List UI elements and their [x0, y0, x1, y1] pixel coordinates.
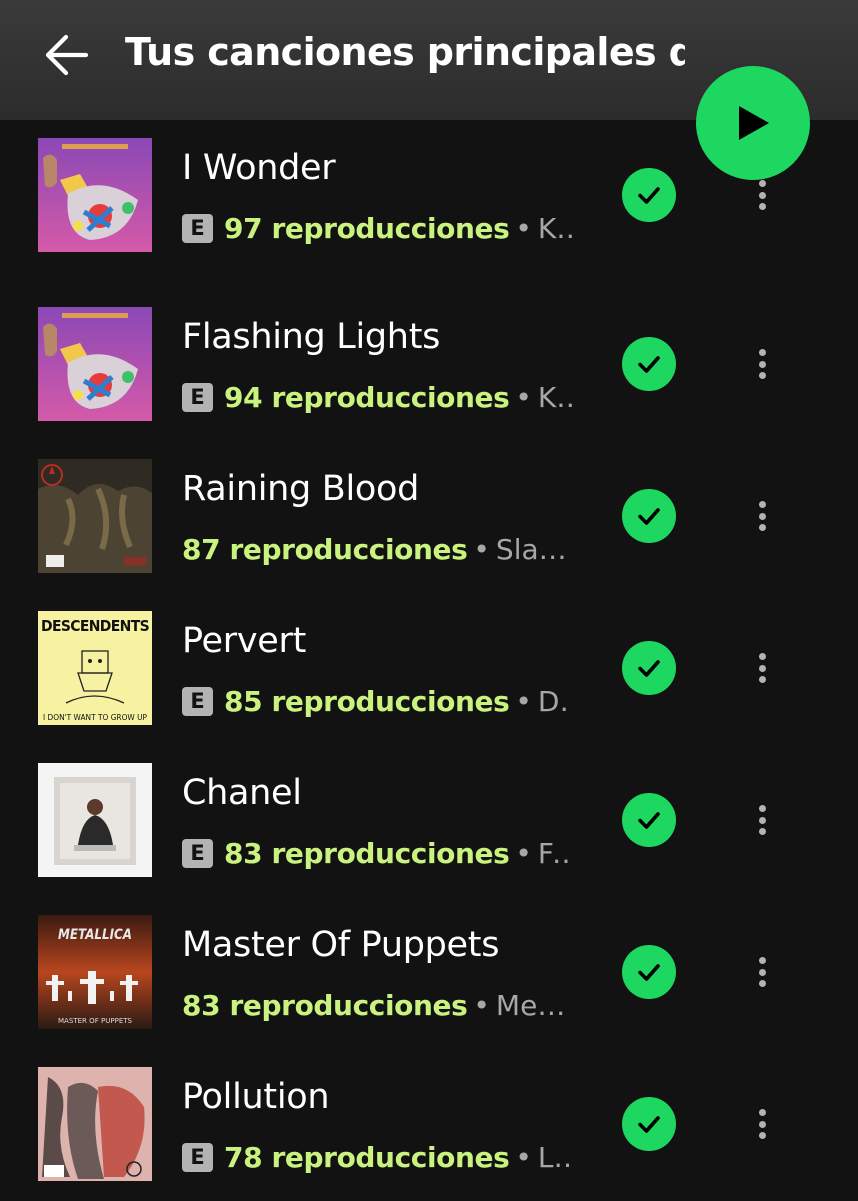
track-row[interactable]: DESCENDENTS I DON'T WANT TO GROW UP Perv… — [0, 593, 858, 745]
separator: • — [515, 1140, 532, 1174]
track-title: Chanel — [182, 773, 302, 813]
album-art — [38, 1067, 152, 1181]
album-art: METALLICA MASTER OF PUPPETS — [38, 915, 152, 1029]
saved-button[interactable] — [622, 489, 676, 543]
back-button[interactable] — [38, 26, 96, 84]
checkmark-icon — [638, 964, 660, 981]
more-vertical-icon — [758, 1105, 766, 1144]
checkmark-icon — [638, 187, 660, 204]
saved-button[interactable] — [622, 168, 676, 222]
track-row[interactable]: Flashing Lights E 94 reproducciones • K… — [0, 289, 858, 441]
track-meta: E 78 reproducciones • Li… — [182, 1137, 572, 1177]
play-count: 85 reproducciones — [224, 684, 510, 718]
more-vertical-icon — [758, 801, 766, 840]
artist-name: Slayer — [495, 532, 572, 566]
more-options-button[interactable] — [738, 787, 786, 853]
track-title: Pollution — [182, 1077, 330, 1117]
svg-text:DESCENDENTS: DESCENDENTS — [41, 617, 149, 635]
explicit-badge: E — [182, 1142, 213, 1172]
checkmark-icon — [638, 508, 660, 525]
track-title: Flashing Lights — [182, 317, 441, 357]
track-list: I Wonder E 97 reproducciones • K… — [0, 120, 858, 1201]
play-button[interactable] — [696, 66, 810, 180]
album-art — [38, 138, 152, 252]
more-vertical-icon — [758, 649, 766, 688]
more-vertical-icon — [758, 953, 766, 992]
artist-name: K… — [537, 211, 572, 245]
saved-button[interactable] — [622, 793, 676, 847]
track-row[interactable]: Chanel E 83 reproducciones • Fr… — [0, 745, 858, 897]
explicit-badge: E — [182, 838, 213, 868]
saved-button[interactable] — [622, 1097, 676, 1151]
saved-button[interactable] — [622, 945, 676, 999]
more-options-button[interactable] — [738, 1091, 786, 1157]
separator: • — [515, 380, 532, 414]
artist-name: Meta… — [495, 988, 572, 1022]
more-options-button[interactable] — [738, 635, 786, 701]
svg-text:METALLICA: METALLICA — [58, 927, 132, 943]
track-meta: E 97 reproducciones • K… — [182, 208, 572, 248]
separator: • — [515, 211, 532, 245]
album-art — [38, 307, 152, 421]
explicit-badge: E — [182, 213, 213, 243]
more-options-button[interactable] — [738, 331, 786, 397]
track-title: Raining Blood — [182, 469, 420, 509]
page-title: Tus canciones principales de — [125, 30, 685, 74]
album-art — [38, 459, 152, 573]
separator: • — [473, 988, 490, 1022]
more-options-button[interactable] — [738, 483, 786, 549]
track-meta: 83 reproducciones • Meta… — [182, 985, 572, 1025]
checkmark-icon — [638, 356, 660, 373]
saved-button[interactable] — [622, 337, 676, 391]
track-meta: 87 reproducciones • Slayer — [182, 529, 572, 569]
play-count: 97 reproducciones — [224, 211, 510, 245]
checkmark-icon — [638, 660, 660, 677]
saved-button[interactable] — [622, 641, 676, 695]
artist-name: K… — [537, 380, 572, 414]
album-art: DESCENDENTS I DON'T WANT TO GROW UP — [38, 611, 152, 725]
separator: • — [473, 532, 490, 566]
artist-name: Li… — [537, 1140, 572, 1174]
track-row[interactable]: Pollution E 78 reproducciones • Li… — [0, 1049, 858, 1201]
track-title: I Wonder — [182, 148, 336, 188]
svg-text:I DON'T WANT TO GROW UP: I DON'T WANT TO GROW UP — [43, 713, 147, 722]
arrow-left-icon — [45, 34, 89, 76]
play-count: 78 reproducciones — [224, 1140, 510, 1174]
play-icon — [739, 106, 769, 140]
more-vertical-icon — [758, 345, 766, 384]
play-count: 83 reproducciones — [182, 988, 468, 1022]
explicit-badge: E — [182, 686, 213, 716]
artist-name: Fr… — [537, 836, 572, 870]
track-meta: E 85 reproducciones • D… — [182, 681, 572, 721]
checkmark-icon — [638, 1116, 660, 1133]
track-row[interactable]: Raining Blood 87 reproducciones • Slayer — [0, 441, 858, 593]
track-title: Pervert — [182, 621, 307, 661]
artist-name: D… — [537, 684, 572, 718]
track-row[interactable]: METALLICA MASTER OF PUPPETS Master Of Pu… — [0, 897, 858, 1049]
play-count: 83 reproducciones — [224, 836, 510, 870]
more-vertical-icon — [758, 176, 766, 215]
track-meta: E 94 reproducciones • K… — [182, 377, 572, 417]
separator: • — [515, 836, 532, 870]
album-art — [38, 763, 152, 877]
more-vertical-icon — [758, 497, 766, 536]
play-count: 87 reproducciones — [182, 532, 468, 566]
more-options-button[interactable] — [738, 939, 786, 1005]
separator: • — [515, 684, 532, 718]
explicit-badge: E — [182, 382, 213, 412]
checkmark-icon — [638, 812, 660, 829]
track-title: Master Of Puppets — [182, 925, 500, 965]
play-count: 94 reproducciones — [224, 380, 510, 414]
track-meta: E 83 reproducciones • Fr… — [182, 833, 572, 873]
svg-text:MASTER OF PUPPETS: MASTER OF PUPPETS — [58, 1017, 133, 1025]
